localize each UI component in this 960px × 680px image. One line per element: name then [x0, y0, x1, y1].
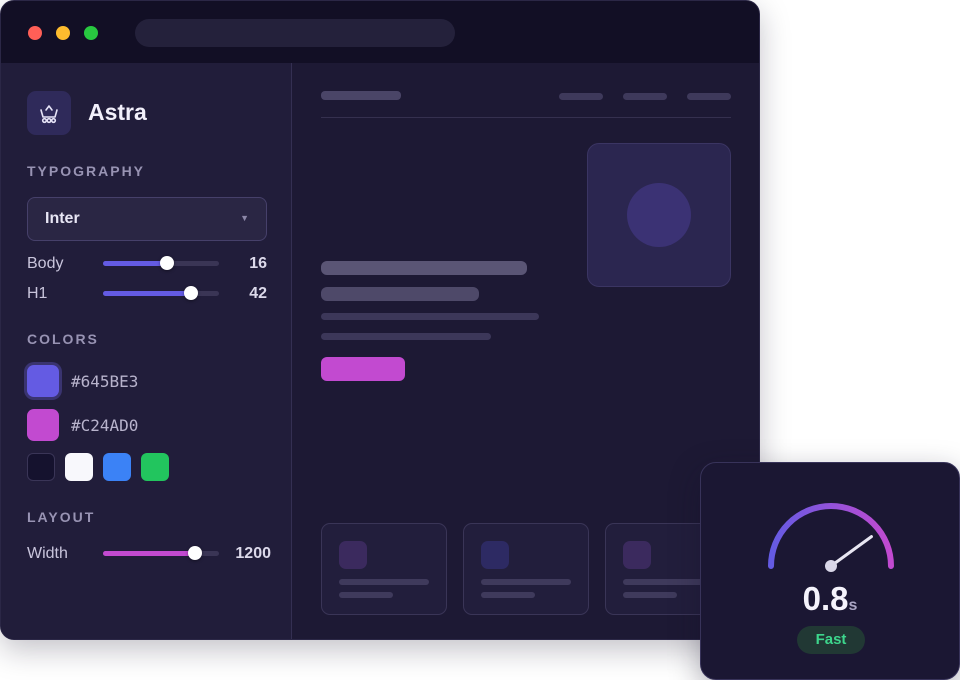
close-window-button[interactable]	[28, 26, 42, 40]
body-size-value: 16	[249, 255, 267, 272]
minimize-window-button[interactable]	[56, 26, 70, 40]
status-badge: Fast	[797, 626, 865, 654]
gauge-arc	[768, 503, 894, 569]
font-family-select[interactable]: Inter ▼	[27, 197, 267, 241]
preview-headline-line	[321, 261, 527, 275]
preview-feature-line	[481, 592, 535, 598]
brand-name: Astra	[88, 99, 147, 125]
preview-image-circle	[627, 183, 691, 247]
preview-feature-line	[481, 579, 571, 585]
preview-body-line	[321, 333, 491, 340]
preview-feature-line	[339, 592, 393, 598]
load-time-unit: s	[848, 597, 858, 614]
secondary-color-hex: #C24AD0	[71, 416, 139, 435]
preview-canvas	[293, 63, 759, 639]
typography-section-label: TYPOGRAPHY	[27, 163, 146, 179]
load-time-value: 0.8s	[701, 580, 959, 618]
secondary-color-swatch[interactable]	[27, 409, 59, 441]
preset-white-swatch[interactable]	[65, 453, 93, 481]
preview-feature-line	[339, 579, 429, 585]
title-bar	[1, 1, 759, 63]
preview-feature-card	[463, 523, 589, 615]
robot-cart-icon	[27, 91, 71, 135]
preview-cta-button[interactable]	[321, 357, 405, 381]
preview-nav-item	[559, 93, 603, 100]
width-value: 1200	[235, 545, 271, 562]
preview-body-line	[321, 313, 539, 320]
preview-header-divider	[321, 117, 731, 118]
h1-size-slider[interactable]	[103, 286, 219, 300]
h1-size-value: 42	[249, 285, 267, 302]
preview-feature-icon	[339, 541, 367, 569]
preview-feature-card	[321, 523, 447, 615]
theme-sidebar: Astra TYPOGRAPHY Inter ▼ Body 16 H1 42 C…	[1, 63, 292, 639]
h1-size-slider-thumb[interactable]	[184, 286, 199, 300]
h1-size-slider-fill	[103, 291, 192, 296]
colors-section-label: COLORS	[27, 331, 99, 347]
preview-hero-image	[587, 143, 731, 287]
width-slider-fill	[103, 551, 195, 556]
preview-logo-placeholder	[321, 91, 401, 100]
width-slider-thumb[interactable]	[187, 546, 202, 560]
preview-feature-icon	[623, 541, 651, 569]
preview-feature-icon	[481, 541, 509, 569]
layout-section-label: LAYOUT	[27, 509, 96, 525]
preview-nav-item	[687, 93, 731, 100]
app-window: Astra TYPOGRAPHY Inter ▼ Body 16 H1 42 C…	[0, 0, 760, 640]
gauge-hub	[825, 560, 837, 572]
primary-color-swatch[interactable]	[27, 365, 59, 397]
preview-nav-item	[623, 93, 667, 100]
body-size-slider-thumb[interactable]	[159, 256, 174, 270]
body-size-label: Body	[27, 255, 64, 272]
h1-size-label: H1	[27, 285, 48, 302]
performance-card: 0.8s Fast	[700, 462, 960, 680]
width-label: Width	[27, 545, 68, 562]
preset-dark-swatch[interactable]	[27, 453, 55, 481]
maximize-window-button[interactable]	[84, 26, 98, 40]
speed-gauge	[768, 503, 894, 572]
preset-blue-swatch[interactable]	[103, 453, 131, 481]
address-bar[interactable]	[135, 19, 455, 47]
body-size-slider[interactable]	[103, 256, 219, 270]
width-slider[interactable]	[103, 546, 219, 560]
chevron-down-icon: ▼	[240, 213, 249, 223]
preview-feature-line	[623, 592, 677, 598]
body-size-slider-fill	[103, 261, 167, 266]
gauge-needle	[829, 535, 873, 568]
preview-headline-line	[321, 287, 479, 301]
load-time-number: 0.8	[802, 580, 849, 617]
primary-color-hex: #645BE3	[71, 372, 139, 391]
font-family-value: Inter	[45, 210, 80, 227]
preset-green-swatch[interactable]	[141, 453, 169, 481]
